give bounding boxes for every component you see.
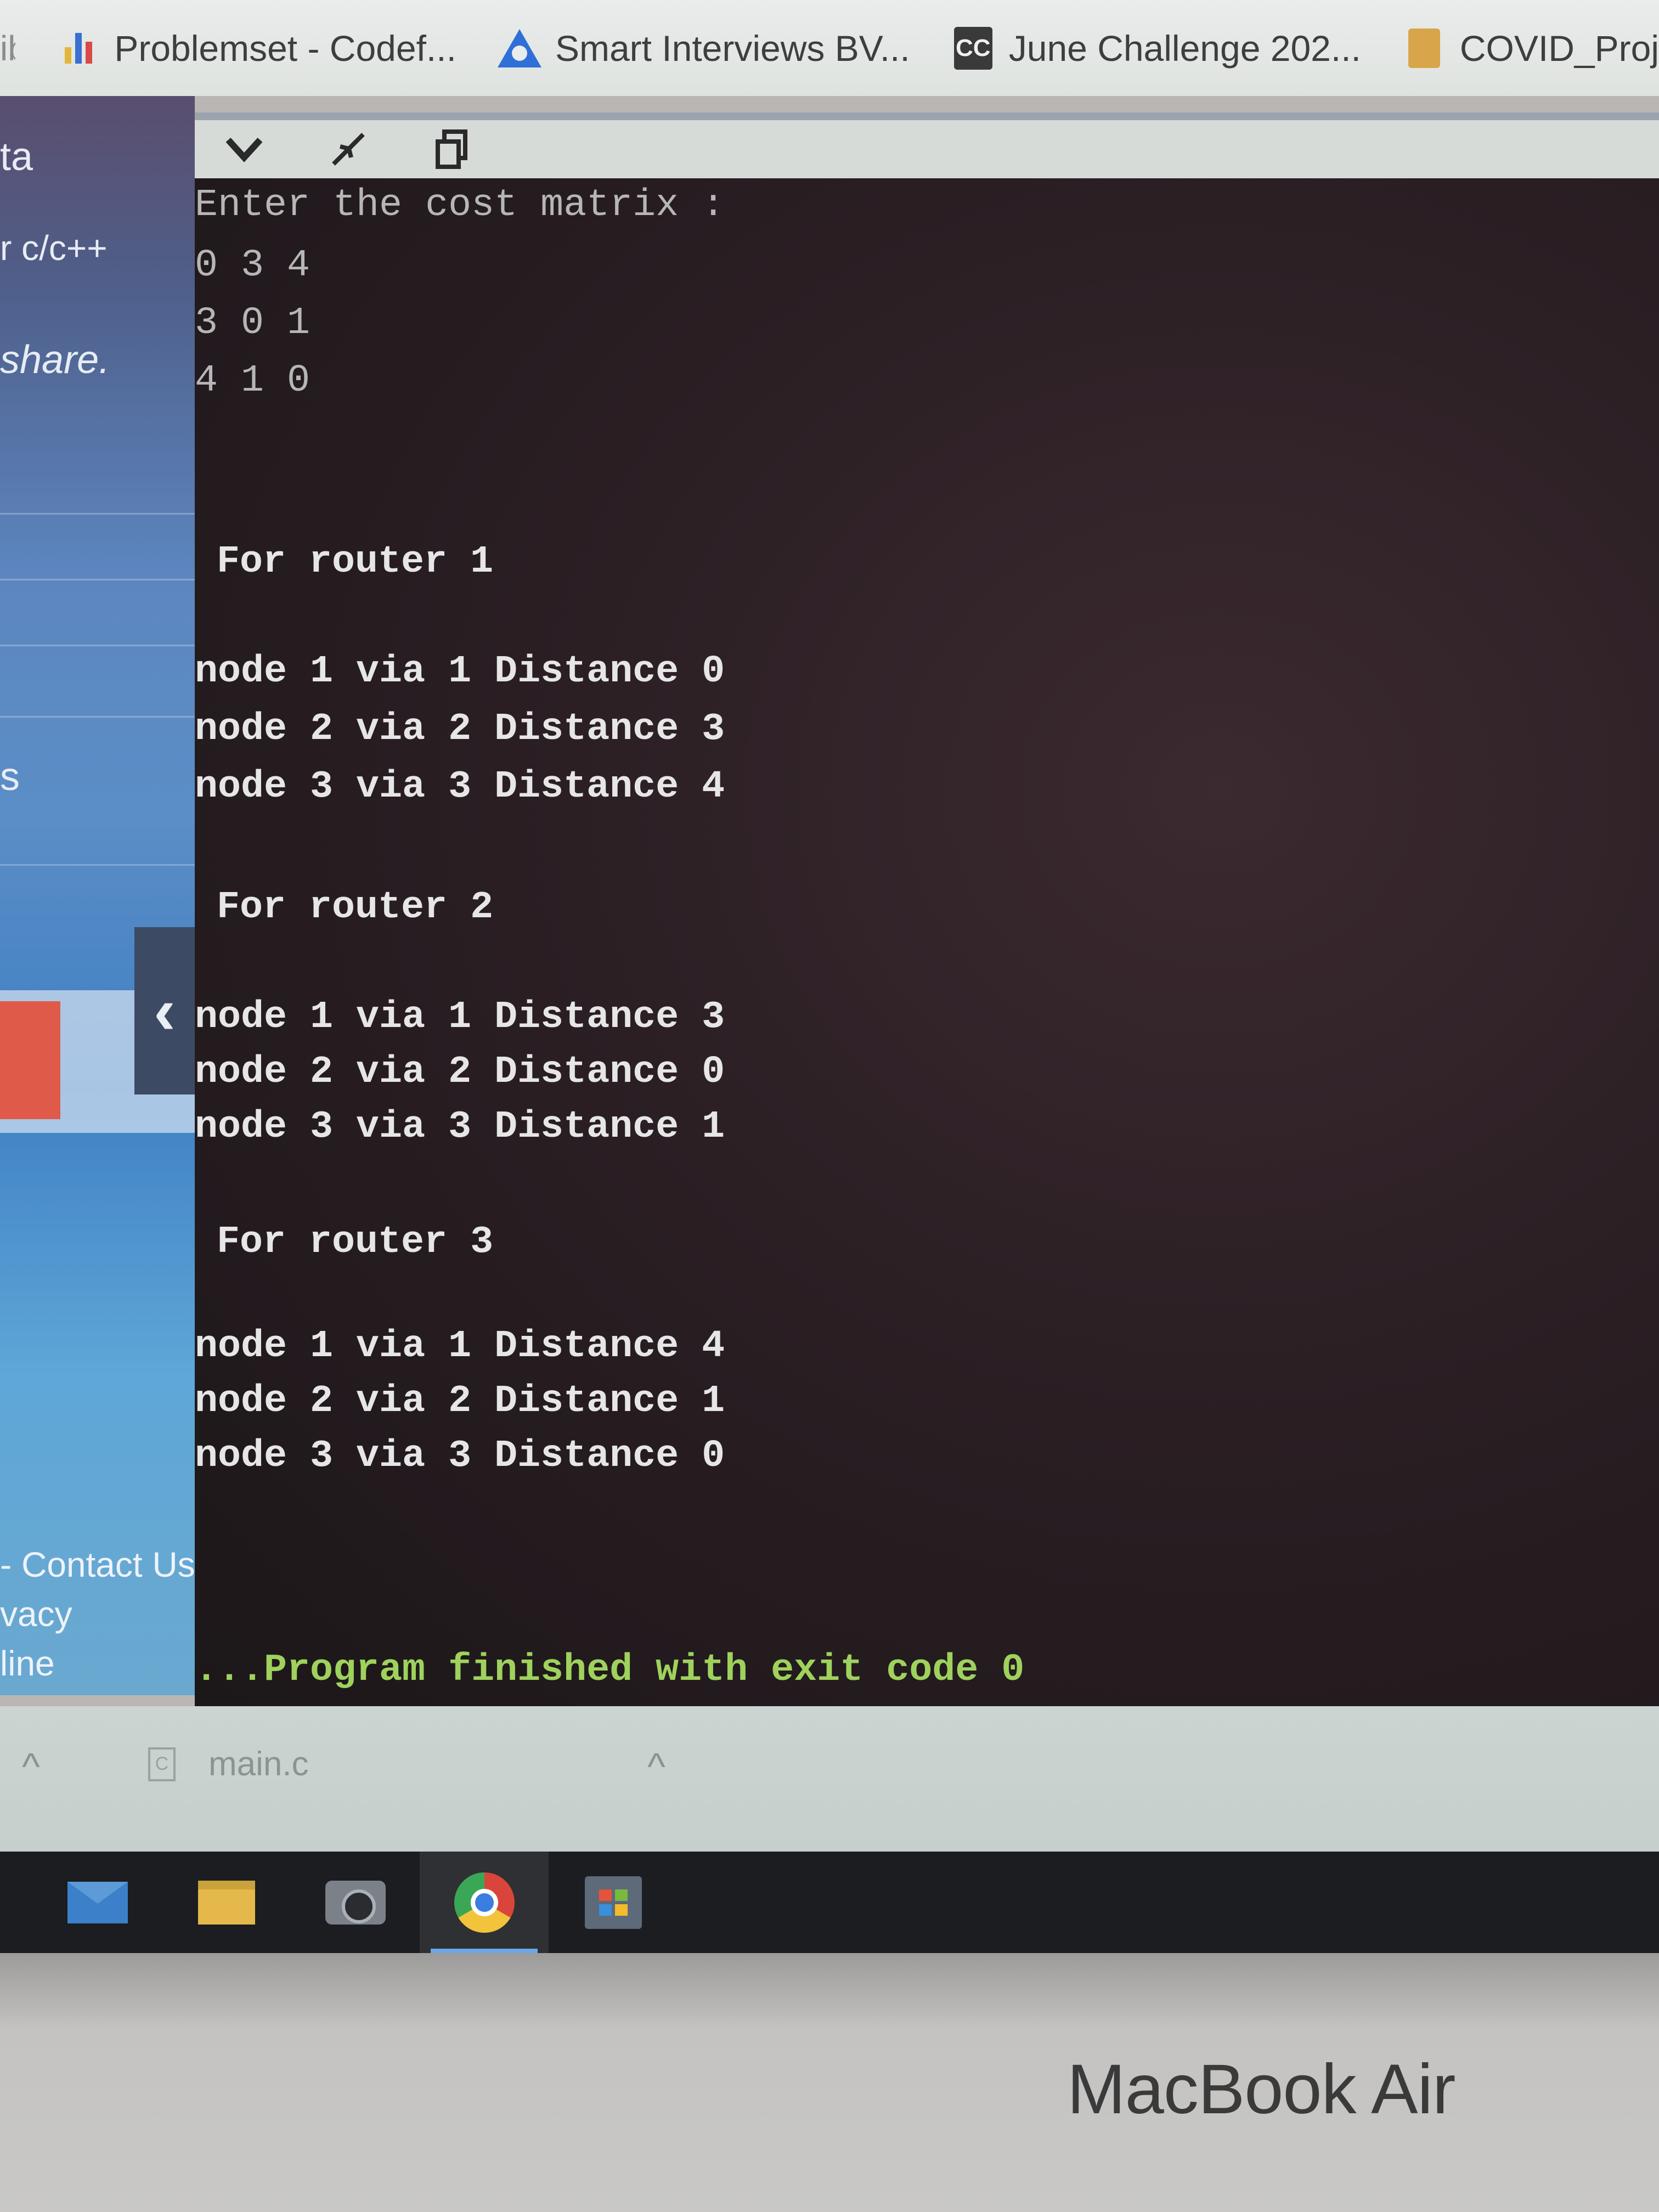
route-line: node 2 via 2 Distance 1 — [195, 1380, 725, 1423]
smart-interviews-icon — [497, 29, 541, 67]
file-explorer-icon — [198, 1880, 255, 1925]
router-header: For router 2 — [217, 886, 494, 929]
exit-status: ...Program finished with exit code 0 — [195, 1649, 1025, 1692]
c-file-icon: C — [148, 1747, 176, 1781]
divider — [0, 579, 195, 580]
file-tab-label: main.c — [208, 1745, 309, 1783]
route-line: node 2 via 2 Distance 0 — [195, 1051, 725, 1094]
chevron-up-icon[interactable]: ^ — [22, 1745, 40, 1788]
laptop-brand: MacBook Air — [1067, 2050, 1455, 2129]
taskbar-store[interactable] — [549, 1852, 678, 1953]
chevron-left-icon: ‹ — [154, 974, 176, 1048]
taskbar-file-explorer[interactable] — [162, 1852, 291, 1953]
console-prompt: Enter the cost matrix : — [195, 184, 725, 227]
taskbar-mail[interactable] — [33, 1852, 162, 1953]
copy-icon[interactable] — [431, 127, 475, 171]
codechef-icon: CC — [953, 26, 992, 70]
route-line: node 1 via 1 Distance 3 — [195, 996, 725, 1039]
chrome-icon — [454, 1872, 515, 1933]
red-widget[interactable] — [0, 1001, 60, 1119]
console-toolbar — [195, 112, 1659, 178]
matrix-row: 0 3 4 — [195, 244, 311, 287]
taskbar-camera[interactable] — [291, 1852, 420, 1953]
bookmark-label: June Challenge 202... — [1008, 27, 1361, 69]
divider — [0, 645, 195, 646]
route-line: node 1 via 1 Distance 0 — [195, 650, 725, 693]
taskbar — [0, 1852, 1659, 1953]
bookmark-smart-interviews[interactable]: Smart Interviews BV... — [497, 15, 910, 81]
footer-link-contact[interactable]: - Contact Us — [0, 1544, 195, 1585]
divider — [0, 716, 195, 718]
camera-icon — [325, 1880, 386, 1925]
file-tab-main-c[interactable]: C main.c — [148, 1745, 309, 1784]
divider — [0, 513, 195, 515]
footer-link-privacy[interactable]: vacy — [0, 1594, 72, 1634]
chevron-down-icon[interactable] — [222, 127, 266, 171]
route-line: node 3 via 3 Distance 4 — [195, 765, 725, 809]
route-line: node 3 via 3 Distance 0 — [195, 1435, 725, 1478]
shrink-icon[interactable] — [326, 127, 370, 171]
sidebar-cut-text[interactable]: share. — [0, 337, 110, 382]
console-output[interactable]: Enter the cost matrix : 0 3 4 3 0 1 4 1 … — [195, 178, 1659, 1706]
footer-link-line[interactable]: line — [0, 1643, 55, 1684]
bookmark-codeforces[interactable]: Problemset - Codef... — [59, 15, 456, 81]
bookmark-june-challenge[interactable]: CC June Challenge 202... — [953, 15, 1361, 81]
route-line: node 1 via 1 Distance 4 — [195, 1325, 725, 1368]
mail-icon — [67, 1881, 128, 1923]
matrix-row: 4 1 0 — [195, 359, 311, 403]
sidebar-cut-text: s — [0, 755, 20, 799]
collapse-panel-button[interactable]: ‹ — [134, 927, 195, 1094]
chevron-up-icon[interactable]: ^ — [647, 1745, 665, 1788]
codeforces-icon — [59, 29, 98, 67]
bookmark-label: Problemset - Codef... — [114, 27, 456, 69]
router-header: For router 3 — [217, 1221, 494, 1264]
router-header: For router 1 — [217, 540, 494, 584]
bookmark-label: Smart Interviews BV... — [555, 27, 910, 69]
route-line: node 2 via 2 Distance 3 — [195, 708, 725, 751]
route-line: node 3 via 3 Distance 1 — [195, 1105, 725, 1149]
bookmark-label: COVID_Proj — [1459, 27, 1659, 69]
bookmark-covid-proj[interactable]: COVID_Proj — [1405, 15, 1659, 81]
bookmark-cut-text[interactable]: ibe — [0, 28, 15, 69]
sidebar-cut-text: ta — [0, 135, 33, 179]
sidebar-cut-text[interactable]: r c/c++ — [0, 228, 108, 268]
store-icon — [584, 1876, 642, 1929]
divider — [0, 864, 195, 866]
folder-icon — [1405, 28, 1443, 68]
taskbar-chrome[interactable] — [420, 1852, 549, 1953]
bookmark-bar: ibe Problemset - Codef... Smart Intervie… — [0, 0, 1659, 96]
matrix-row: 3 0 1 — [195, 302, 311, 345]
website-sidebar: ta r c/c++ share. s - Contact Us vacy li… — [0, 96, 195, 1695]
